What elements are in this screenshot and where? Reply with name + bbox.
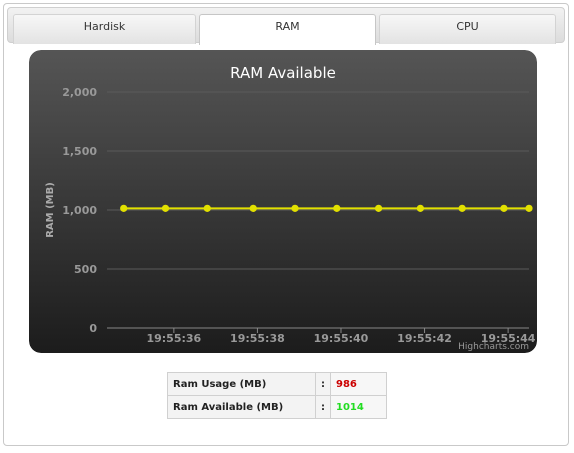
ram-usage-label: Ram Usage (MB) — [167, 372, 316, 396]
separator: : — [315, 395, 331, 419]
x-tick-label: 19:55:36 — [146, 332, 201, 345]
data-point — [161, 204, 170, 212]
x-tick-label: 19:55:40 — [314, 332, 369, 345]
table-row: Ram Usage (MB) : 986 — [167, 372, 387, 396]
data-point — [374, 204, 383, 212]
tab-hardisk[interactable]: Hardisk — [13, 14, 196, 44]
data-point — [458, 204, 466, 212]
data-point — [120, 204, 128, 212]
ram-available-label: Ram Available (MB) — [167, 395, 316, 419]
data-point — [249, 204, 257, 212]
data-point — [500, 204, 508, 212]
y-tick-label: 2,000 — [62, 86, 97, 99]
data-point — [203, 204, 211, 212]
data-point — [525, 204, 533, 212]
ram-usage-value: 986 — [330, 372, 387, 396]
data-point — [333, 204, 341, 212]
x-tick-label: 19:55:42 — [397, 332, 452, 345]
y-tick-label: 0 — [89, 322, 97, 335]
ram-stats-table: Ram Usage (MB) : 986 Ram Available (MB) … — [167, 372, 387, 419]
ram-available-chart: 0 500 1,000 1,500 2,000 19:55:36 19:55:38 19:55… — [29, 50, 537, 353]
table-row: Ram Available (MB) : 1014 — [167, 395, 387, 419]
x-tick-label: 19:55:38 — [230, 332, 285, 345]
separator: : — [315, 372, 331, 396]
chart-background — [29, 50, 537, 353]
y-tick-label: 500 — [74, 263, 97, 276]
data-point — [416, 204, 424, 212]
ram-available-value: 1014 — [330, 395, 387, 419]
y-tick-label: 1,500 — [62, 145, 97, 158]
tab-ram[interactable]: RAM — [199, 14, 376, 45]
y-axis-title: RAM (MB) — [45, 182, 56, 238]
chart-svg: 0 500 1,000 1,500 2,000 19:55:36 19:55:38 19:55… — [29, 50, 537, 353]
tab-cpu[interactable]: CPU — [379, 14, 556, 44]
highcharts-credit[interactable]: Highcharts.com — [458, 342, 529, 352]
tab-bar: Hardisk RAM CPU — [7, 7, 565, 45]
chart-title: RAM Available — [230, 64, 336, 82]
data-point — [291, 204, 299, 212]
y-tick-label: 1,000 — [62, 204, 97, 217]
